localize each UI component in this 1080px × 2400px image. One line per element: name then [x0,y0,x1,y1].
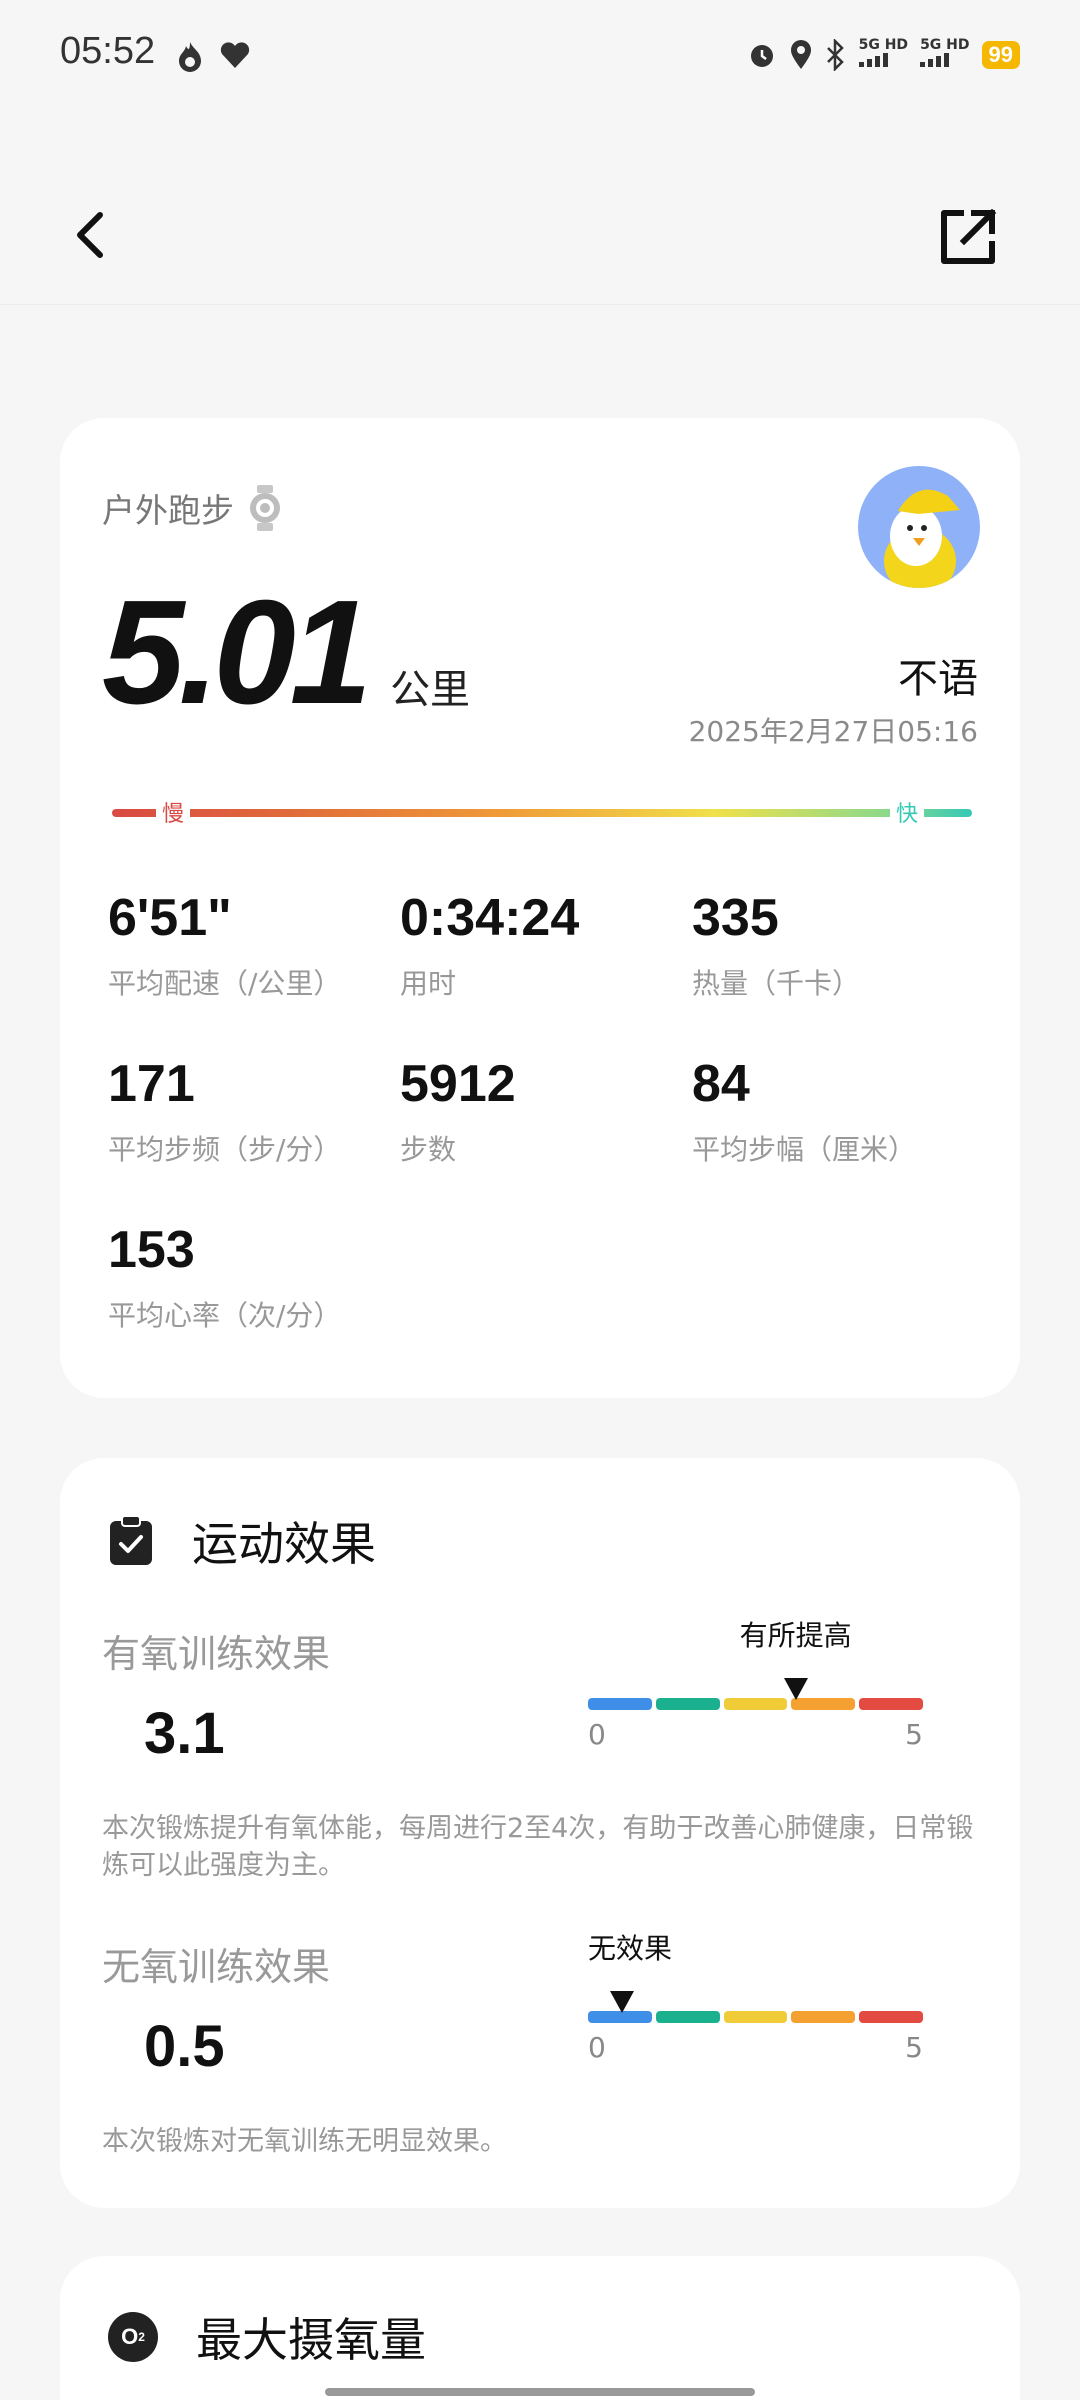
metric-label: 平均配速（/公里） [108,967,342,1000]
scale-bar [588,1698,923,1710]
metric-value: 6'51" [108,889,232,947]
metric-value: 5912 [400,1055,516,1113]
anaerobic-effect-label: 无氧训练效果 [102,1945,331,1989]
metric-label: 步数 [400,1133,457,1166]
scale-segment [723,2011,788,2023]
pace-slow-label: 慢 [156,796,191,828]
metric-value: 84 [692,1055,750,1113]
scale-segment [655,2011,720,2023]
scale-segment [723,1698,788,1710]
metric-calories: 335 热量（千卡） [692,888,982,1002]
scale-min: 0 [588,2031,606,2064]
anaerobic-effect-scale: 无效果 0 5 [588,1932,923,2064]
bluetooth-icon [826,38,844,71]
share-icon[interactable] [936,205,1000,269]
oxygen-icon-text: O [121,2324,139,2349]
battery-indicator: 99 [981,40,1020,69]
vo2max-card[interactable]: O2 最大摄氧量 [60,2256,1020,2400]
distance-value: 5.01 [102,570,372,735]
vo2max-header: O2 最大摄氧量 [108,2304,426,2370]
distance-unit: 公里 [390,667,471,713]
clipboard-check-icon [110,1515,152,1565]
username: 不语 [898,656,978,702]
metric-value: 335 [692,889,779,947]
metric-label: 平均步幅（厘米） [692,1133,917,1166]
aerobic-effect-value: 3.1 [144,1701,225,1766]
activity-label: 户外跑步 [102,491,234,530]
scale-segment [859,1698,923,1710]
scale-segment [655,1698,720,1710]
metric-label: 热量（千卡） [692,967,861,1000]
sim2-label: 5G HD [920,37,970,53]
anaerobic-effect-description: 本次锻炼对无氧训练无明显效果。 [102,2126,507,2157]
scale-max: 5 [905,2031,923,2064]
aerobic-effect-level: 有所提高 [739,1619,852,1652]
scale-segment [859,2011,923,2023]
signal-bars-icon [920,53,950,67]
metric-avg-heart-rate: 153 平均心率（次/分） [108,1220,398,1334]
status-bar: 05:52 5G HD 5G HD 99 [0,0,1080,110]
metric-avg-stride: 84 平均步幅（厘米） [692,1054,982,1168]
workout-datetime: 2025年2月27日05:16 [688,715,978,748]
scale-marker-icon [783,1678,808,1700]
metric-avg-pace: 6'51" 平均配速（/公里） [108,888,398,1002]
vo2max-title: 最大摄氧量 [196,2313,426,2367]
back-arrow-icon[interactable] [60,205,120,265]
nav-bar [0,180,1080,305]
metric-duration: 0:34:24 用时 [400,888,690,1002]
workout-summary-card: 户外跑步 5.01 公里 不语 2025年2月27日05:16 慢 快 6'51… [60,418,1020,1398]
aerobic-effect-scale: 有所提高 0 5 [588,1619,923,1751]
sim1-label: 5G HD [858,37,909,53]
metric-value: 0:34:24 [400,889,580,947]
pace-fast-label: 快 [889,796,924,828]
aerobic-effect-label: 有氧训练效果 [102,1632,331,1676]
activity-type: 户外跑步 [102,483,282,533]
training-effect-header: 运动效果 [108,1508,376,1574]
metric-label: 平均步频（步/分） [108,1133,342,1166]
status-time: 05:52 [60,30,156,72]
scale-segment [588,1698,652,1710]
aerobic-effect-description: 本次锻炼提升有氧体能，每周进行2至4次，有助于改善心肺健康，日常锻炼可以此强度为… [102,1813,974,1881]
training-effect-card[interactable]: 运动效果 有氧训练效果 3.1 有所提高 0 5 本次锻炼提升有氧体能，每周进行… [60,1458,1020,2208]
alarm-icon [750,44,773,67]
training-effect-title: 运动效果 [192,1517,376,1571]
fire-icon [179,42,201,72]
distance: 5.01 公里 [102,568,470,738]
metric-value: 153 [108,1221,195,1279]
metric-value: 171 [108,1055,195,1113]
watch-icon [250,485,280,531]
metric-label: 用时 [400,967,457,1000]
anaerobic-effect-level: 无效果 [587,1932,673,1965]
oxygen-icon-sub: 2 [138,2330,145,2344]
heart-icon [220,42,250,68]
scale-max: 5 [905,1718,923,1751]
scale-min: 0 [588,1718,606,1751]
anaerobic-effect-value: 0.5 [144,2014,225,2079]
metric-avg-cadence: 171 平均步频（步/分） [108,1054,398,1168]
home-indicator[interactable] [325,2388,755,2396]
scale-bar [588,2011,923,2023]
scale-segment [791,2011,856,2023]
avatar[interactable] [858,466,980,588]
location-icon [790,39,811,69]
pace-gradient-line [112,809,972,817]
pace-gradient-bar: 慢 快 [112,796,972,828]
oxygen-icon: O2 [108,2312,158,2362]
signal-bars-icon [858,53,888,67]
metric-steps: 5912 步数 [400,1054,690,1168]
metric-label: 平均心率（次/分） [108,1299,342,1332]
scale-marker-icon [609,1991,634,2013]
